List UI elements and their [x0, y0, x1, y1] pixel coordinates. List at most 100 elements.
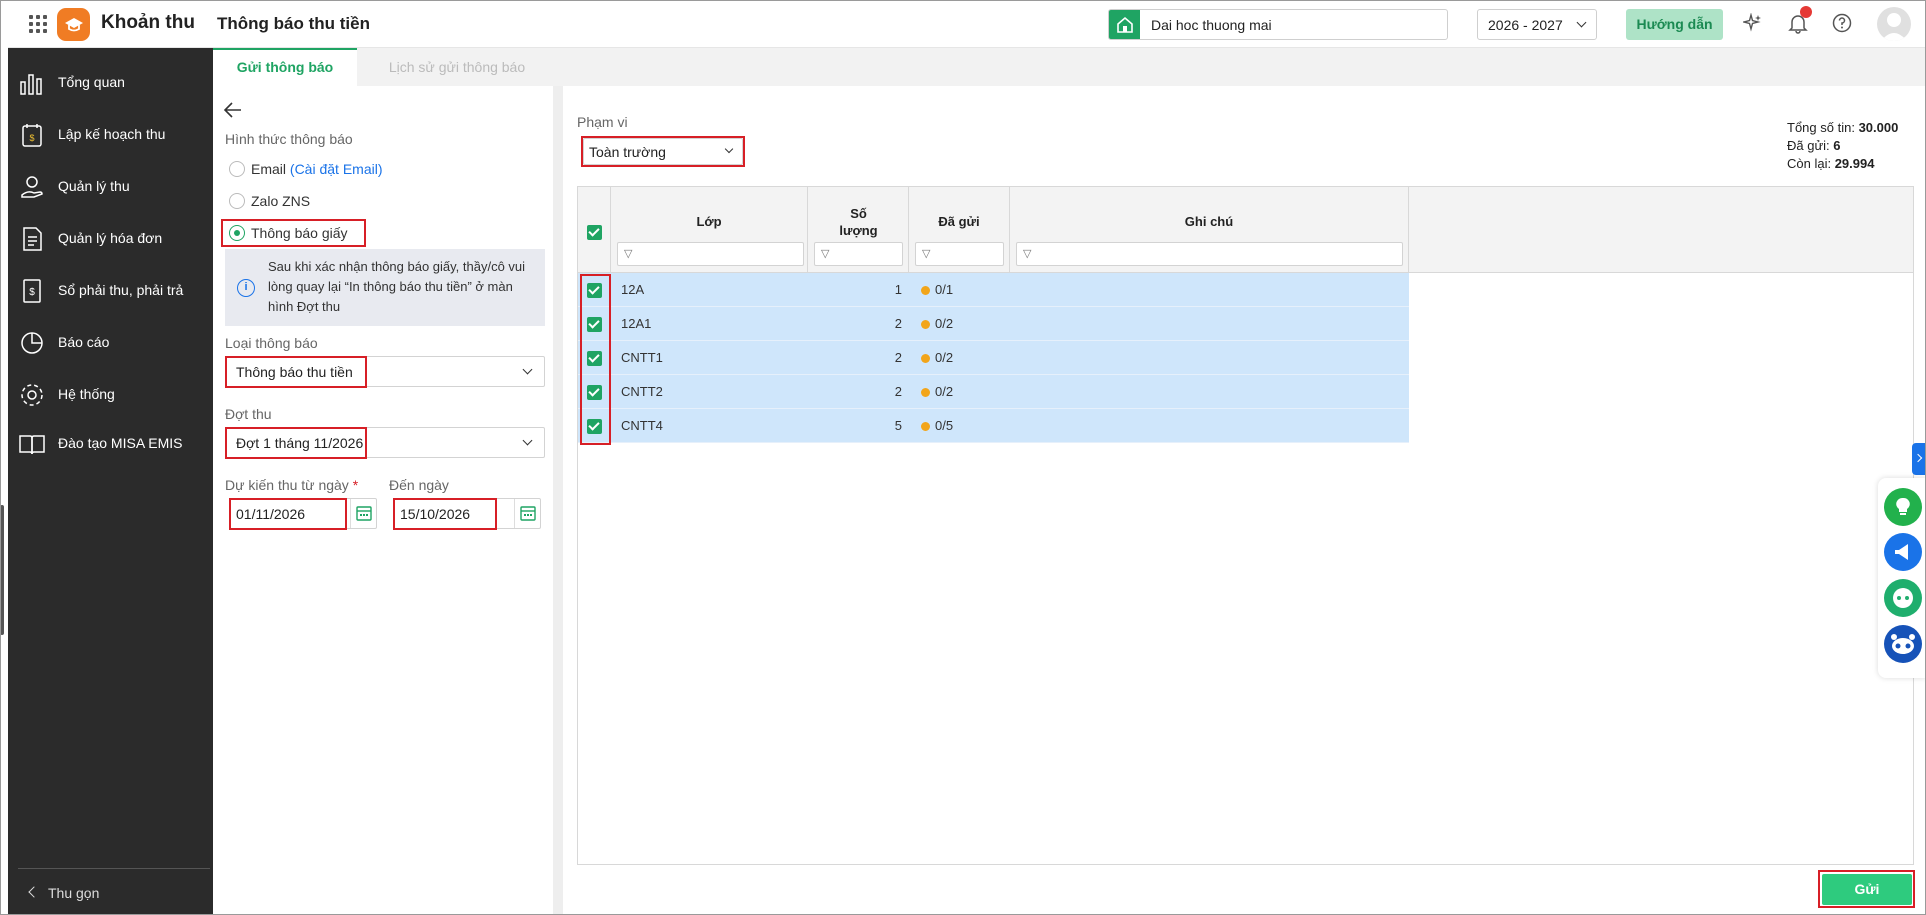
- sidebar-item-ledger[interactable]: $ Sổ phải thu, phải trả: [8, 271, 213, 311]
- app-grid-icon[interactable]: [29, 15, 47, 33]
- note-filter-input[interactable]: ▽: [1016, 242, 1403, 266]
- back-arrow-icon[interactable]: [223, 101, 243, 119]
- announcement-icon[interactable]: [1884, 533, 1922, 571]
- row-class: CNTT4: [621, 418, 663, 433]
- sent-filter-input[interactable]: ▽: [915, 242, 1004, 266]
- chevron-down-icon: [1576, 17, 1587, 28]
- col-class-label: Lớp: [696, 214, 722, 229]
- expand-panel-tab[interactable]: [1912, 443, 1926, 475]
- to-date-input[interactable]: 15/10/2026: [393, 498, 541, 529]
- select-all-cell: [578, 187, 611, 273]
- info-icon: i: [237, 279, 255, 297]
- sidebar-item-label: Báo cáo: [58, 334, 110, 350]
- col-note: Ghi chú ▽: [1010, 187, 1409, 273]
- sidebar-item-overview[interactable]: Tổng quan: [8, 63, 213, 103]
- row-checkbox[interactable]: [587, 317, 602, 332]
- paper-radio[interactable]: [229, 225, 245, 241]
- status-dot: [921, 354, 930, 363]
- svg-text:$: $: [29, 287, 35, 298]
- help-icon[interactable]: [1832, 13, 1852, 33]
- paper-label: Thông báo giấy: [251, 225, 348, 241]
- filter-icon: ▽: [1023, 248, 1032, 260]
- to-date-value: 15/10/2026: [400, 506, 471, 522]
- email-settings-link[interactable]: (Cài đặt Email): [290, 161, 383, 177]
- to-label: Đến ngày: [389, 477, 449, 493]
- method-label: Hình thức thông báo: [225, 131, 353, 147]
- from-date-input[interactable]: 01/11/2026: [229, 498, 377, 529]
- col-sent: Đã gửi ▽: [909, 187, 1010, 273]
- table-row[interactable]: CNTT1 2 0/2: [578, 341, 1409, 375]
- scope-select[interactable]: Toàn trường: [583, 138, 743, 165]
- sidebar-item-label: Hệ thống: [58, 386, 115, 402]
- sidebar-item-manage[interactable]: Quản lý thu: [8, 167, 213, 207]
- tab-bar: Gửi thông báo Lịch sử gửi thông báo: [213, 48, 1926, 86]
- type-select[interactable]: Thông báo thu tiền: [225, 356, 545, 387]
- remain-label: Còn lại:: [1787, 156, 1832, 171]
- total-value: 30.000: [1858, 120, 1899, 135]
- tab-send[interactable]: Gửi thông báo: [213, 48, 357, 86]
- tips-icon[interactable]: [1884, 488, 1922, 526]
- floating-toolbar: [1878, 478, 1926, 678]
- collapse-button[interactable]: Thu gọn: [18, 868, 210, 914]
- sidebar-item-system[interactable]: Hệ thống: [8, 375, 213, 415]
- row-class: CNTT2: [621, 384, 663, 399]
- sidebar-item-report[interactable]: Báo cáo: [8, 323, 213, 363]
- from-label-text: Dự kiến thu từ ngày: [225, 477, 349, 493]
- email-radio[interactable]: [229, 161, 245, 177]
- avatar[interactable]: [1877, 7, 1911, 41]
- app-title: Khoản thu: [101, 12, 195, 33]
- calendar-icon[interactable]: [514, 499, 540, 528]
- school-name: Dai hoc thuong mai: [1151, 17, 1272, 33]
- info-text: Sau khi xác nhận thông báo giấy, thầy/cô…: [268, 259, 526, 314]
- school-selector[interactable]: Dai hoc thuong mai: [1108, 9, 1448, 40]
- table-row[interactable]: 12A 1 0/1: [578, 273, 1409, 307]
- filter-icon: ▽: [922, 248, 931, 260]
- tab-history[interactable]: Lịch sử gửi thông báo: [357, 48, 557, 86]
- chevron-down-icon: [724, 144, 734, 154]
- row-checkbox[interactable]: [587, 385, 602, 400]
- sidebar-item-label: Tổng quan: [58, 74, 125, 90]
- class-table: Lớp ▽ Số lượng HSSV ▽ Đã gửi ▽ Ghi chú ▽…: [577, 186, 1914, 865]
- sidebar-item-label: Lập kế hoạch thu: [58, 126, 166, 142]
- select-all-checkbox[interactable]: [587, 225, 602, 240]
- row-class: 12A1: [621, 316, 652, 331]
- app-logo: [57, 8, 90, 41]
- scope-value: Toàn trường: [589, 144, 666, 160]
- sidebar-item-label: Đào tạo MISA EMIS: [58, 435, 183, 451]
- zalo-radio[interactable]: [229, 193, 245, 209]
- row-checkbox[interactable]: [587, 419, 602, 434]
- sidebar-item-training[interactable]: Đào tạo MISA EMIS: [8, 424, 213, 464]
- row-sent-value: 0/5: [935, 418, 954, 433]
- row-count: 2: [894, 350, 902, 365]
- row-checkbox[interactable]: [587, 283, 602, 298]
- row-checkbox[interactable]: [587, 351, 602, 366]
- row-sent: 0/1: [921, 282, 953, 297]
- row-sent: 0/5: [921, 418, 953, 433]
- email-label: Email: [251, 161, 287, 177]
- count-filter-input[interactable]: ▽: [814, 242, 903, 266]
- table-row[interactable]: CNTT4 5 0/5: [578, 409, 1409, 443]
- assistant-bot-icon[interactable]: [1884, 625, 1922, 663]
- ledger-icon: $: [23, 279, 41, 303]
- col-sent-label: Đã gửi: [938, 214, 980, 229]
- send-button[interactable]: Gửi: [1822, 874, 1912, 905]
- table-row[interactable]: CNTT2 2 0/2: [578, 375, 1409, 409]
- period-value: Đợt 1 tháng 11/2026: [236, 435, 364, 451]
- period-select[interactable]: Đợt 1 tháng 11/2026: [225, 427, 545, 458]
- sidebar-item-invoice[interactable]: Quản lý hóa đơn: [8, 219, 213, 259]
- row-sent-value: 0/2: [935, 384, 954, 399]
- year-select[interactable]: 2026 - 2027: [1477, 9, 1597, 40]
- calendar-icon[interactable]: [350, 499, 376, 528]
- guide-button[interactable]: Hướng dẫn: [1626, 9, 1723, 40]
- class-filter-input[interactable]: ▽: [617, 242, 804, 266]
- email-option: Email (Cài đặt Email): [251, 161, 383, 177]
- filter-icon: ▽: [821, 248, 830, 260]
- sparkle-icon[interactable]: [1741, 12, 1763, 33]
- sidebar-item-plan[interactable]: $ Lập kế hoạch thu: [8, 115, 213, 155]
- row-sent-value: 0/1: [935, 282, 954, 297]
- status-dot: [921, 320, 930, 329]
- quota-stats: Tổng số tin: 30.000 Đã gửi: 6 Còn lại: 2…: [1787, 119, 1898, 173]
- panel-divider[interactable]: [553, 86, 563, 915]
- table-row[interactable]: 12A1 2 0/2: [578, 307, 1409, 341]
- chat-support-icon[interactable]: [1884, 579, 1922, 617]
